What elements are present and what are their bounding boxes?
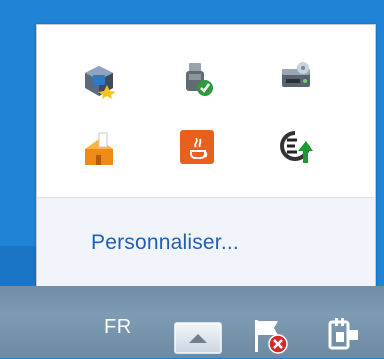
removable-drive-icon[interactable]: [277, 59, 313, 95]
installer-service-icon[interactable]: [81, 131, 117, 167]
flag-error-icon[interactable]: [252, 318, 288, 359]
customize-link[interactable]: Personnaliser...: [91, 231, 239, 255]
power-plug-icon[interactable]: [324, 316, 362, 359]
usb-safely-remove-icon[interactable]: [179, 61, 215, 97]
desktop-background: [0, 246, 36, 286]
language-indicator[interactable]: FR: [104, 316, 132, 339]
chevron-up-icon: [189, 334, 207, 343]
java-icon[interactable]: [179, 129, 215, 165]
virtualbox-icon[interactable]: [81, 63, 117, 99]
notification-area-overflow-panel: Personnaliser...: [36, 24, 376, 288]
sync-update-icon[interactable]: [277, 129, 313, 165]
show-hidden-icons-button[interactable]: [174, 322, 222, 354]
